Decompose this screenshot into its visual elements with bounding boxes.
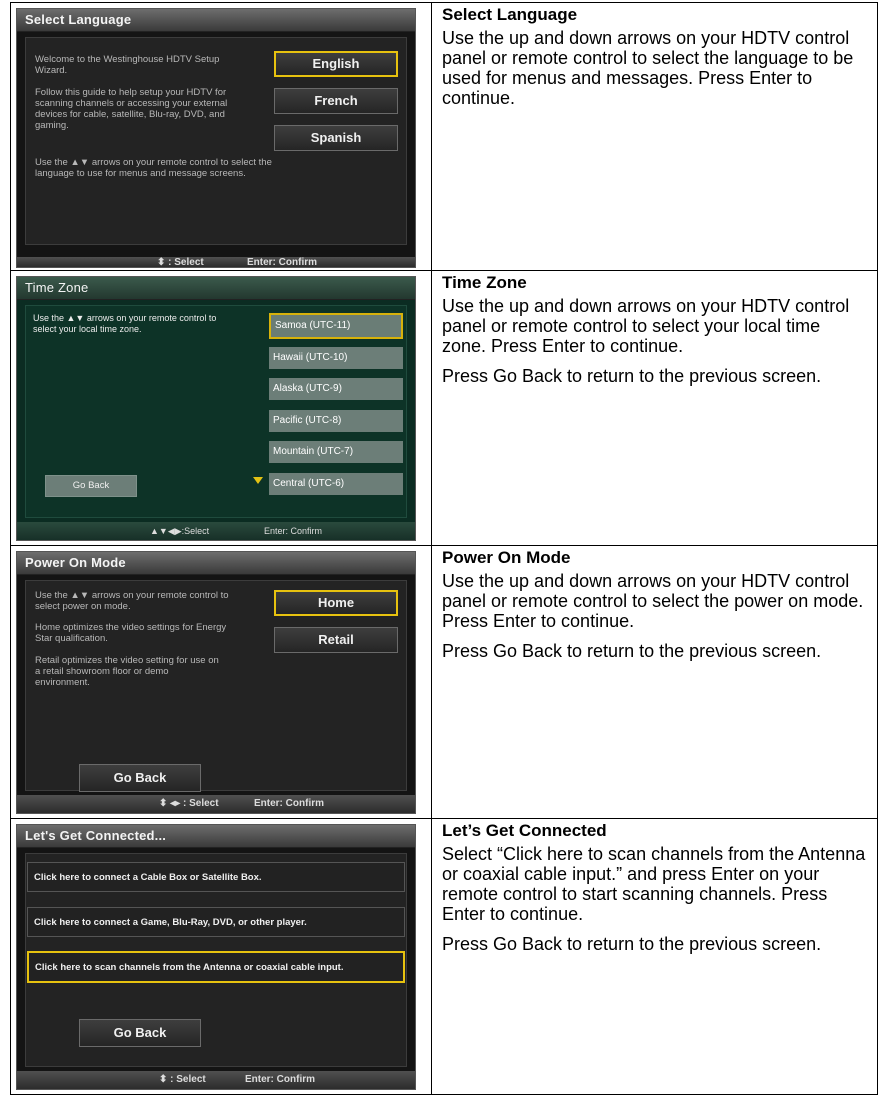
screen-title: Select Language (17, 9, 415, 32)
footer-confirm-hint: Enter: Confirm (247, 257, 317, 267)
footer-select-hint: ⬍ : Select (157, 257, 204, 267)
screen-title: Let's Get Connected... (17, 825, 415, 848)
time-zone-screen: Time Zone Use the ▲▼ arrows on your remo… (16, 276, 416, 541)
get-connected-screen: Let's Get Connected... Click here to con… (16, 824, 416, 1090)
screenshot-cell: Select Language Welcome to the Westingho… (10, 2, 432, 271)
screen-title: Power On Mode (17, 552, 415, 575)
french-option-button[interactable]: French (274, 88, 398, 114)
screenshot-cell: Time Zone Use the ▲▼ arrows on your remo… (10, 270, 432, 546)
go-back-button[interactable]: Go Back (45, 475, 137, 497)
connect-game-player-option[interactable]: Click here to connect a Game, Blu-Ray, D… (27, 907, 405, 937)
go-back-button[interactable]: Go Back (79, 1019, 201, 1047)
screen-description: Follow this guide to help setup your HDT… (35, 87, 228, 131)
tz-option-mountain[interactable]: Mountain (UTC-7) (269, 441, 403, 463)
screenshot-cell: Let's Get Connected... Click here to con… (10, 818, 432, 1095)
home-option-button[interactable]: Home (274, 590, 398, 616)
footer-confirm-hint: Enter: Confirm (254, 798, 324, 809)
tz-option-pacific[interactable]: Pacific (UTC-8) (269, 410, 403, 432)
screen-footer: ⬍ : Select Enter: Confirm (17, 257, 415, 267)
section-paragraph: Press Go Back to return to the previous … (442, 366, 822, 386)
text-cell: Time Zone Use the up and down arrows on … (431, 270, 878, 546)
section-paragraph: Use the up and down arrows on your HDTV … (442, 296, 850, 356)
section-paragraph: Press Go Back to return to the previous … (442, 934, 822, 954)
connect-cable-box-option[interactable]: Click here to connect a Cable Box or Sat… (27, 862, 405, 892)
tz-option-central[interactable]: Central (UTC-6) (269, 473, 403, 495)
retail-option-button[interactable]: Retail (274, 627, 398, 653)
section-heading: Time Zone (442, 273, 527, 292)
screen-footer: ▲▼◀▶:Select Enter: Confirm (17, 522, 415, 540)
section-heading: Select Language (442, 5, 578, 24)
footer-select-hint: ⬍ ◂▸ : Select (159, 798, 219, 809)
screen-footer: ⬍ ◂▸ : Select Enter: Confirm (17, 795, 415, 813)
screen-title: Time Zone (17, 277, 415, 300)
screen-description: Welcome to the Westinghouse HDTV Setup W… (35, 54, 220, 76)
section-paragraph: Use the up and down arrows on your HDTV … (442, 28, 854, 108)
table-row: Let's Get Connected... Click here to con… (10, 818, 878, 1095)
language-screen: Select Language Welcome to the Westingho… (16, 8, 416, 268)
screen-description: Use the ▲▼ arrows on your remote control… (35, 157, 272, 179)
go-back-button[interactable]: Go Back (79, 764, 201, 792)
text-cell: Select Language Use the up and down arro… (431, 2, 878, 271)
footer-confirm-hint: Enter: Confirm (264, 526, 323, 536)
tz-option-hawaii[interactable]: Hawaii (UTC-10) (269, 347, 403, 369)
table-row: Select Language Welcome to the Westingho… (10, 2, 878, 271)
table-row: Time Zone Use the ▲▼ arrows on your remo… (10, 270, 878, 546)
section-heading: Power On Mode (442, 548, 571, 567)
footer-select-hint: ⬍ : Select (159, 1074, 206, 1085)
footer-select-hint: ▲▼◀▶:Select (150, 526, 210, 536)
tz-option-samoa[interactable]: Samoa (UTC-11) (269, 313, 403, 339)
spanish-option-button[interactable]: Spanish (274, 125, 398, 151)
section-paragraph: Select “Click here to scan channels from… (442, 844, 866, 924)
text-cell: Power On Mode Use the up and down arrows… (431, 545, 878, 819)
section-paragraph: Use the up and down arrows on your HDTV … (442, 571, 864, 631)
instruction-table: Select Language Welcome to the Westingho… (10, 2, 878, 1095)
footer-confirm-hint: Enter: Confirm (245, 1074, 315, 1085)
section-heading: Let’s Get Connected (442, 821, 607, 840)
screen-description: Use the ▲▼ arrows on your remote control… (35, 590, 229, 612)
power-on-mode-screen: Power On Mode Use the ▲▼ arrows on your … (16, 551, 416, 814)
text-cell: Let’s Get Connected Select “Click here t… (431, 818, 878, 1095)
section-paragraph: Press Go Back to return to the previous … (442, 641, 822, 661)
english-option-button[interactable]: English (274, 51, 398, 77)
screen-description: Home optimizes the video settings for En… (35, 622, 227, 644)
screen-footer: ⬍ : Select Enter: Confirm (17, 1071, 415, 1089)
screen-description: Retail optimizes the video setting for u… (35, 655, 219, 688)
tz-option-alaska[interactable]: Alaska (UTC-9) (269, 378, 403, 400)
table-row: Power On Mode Use the ▲▼ arrows on your … (10, 545, 878, 819)
screen-description: Use the ▲▼ arrows on your remote control… (33, 313, 217, 334)
scroll-down-icon (253, 477, 263, 484)
scan-antenna-option[interactable]: Click here to scan channels from the Ant… (27, 951, 405, 983)
screenshot-cell: Power On Mode Use the ▲▼ arrows on your … (10, 545, 432, 819)
